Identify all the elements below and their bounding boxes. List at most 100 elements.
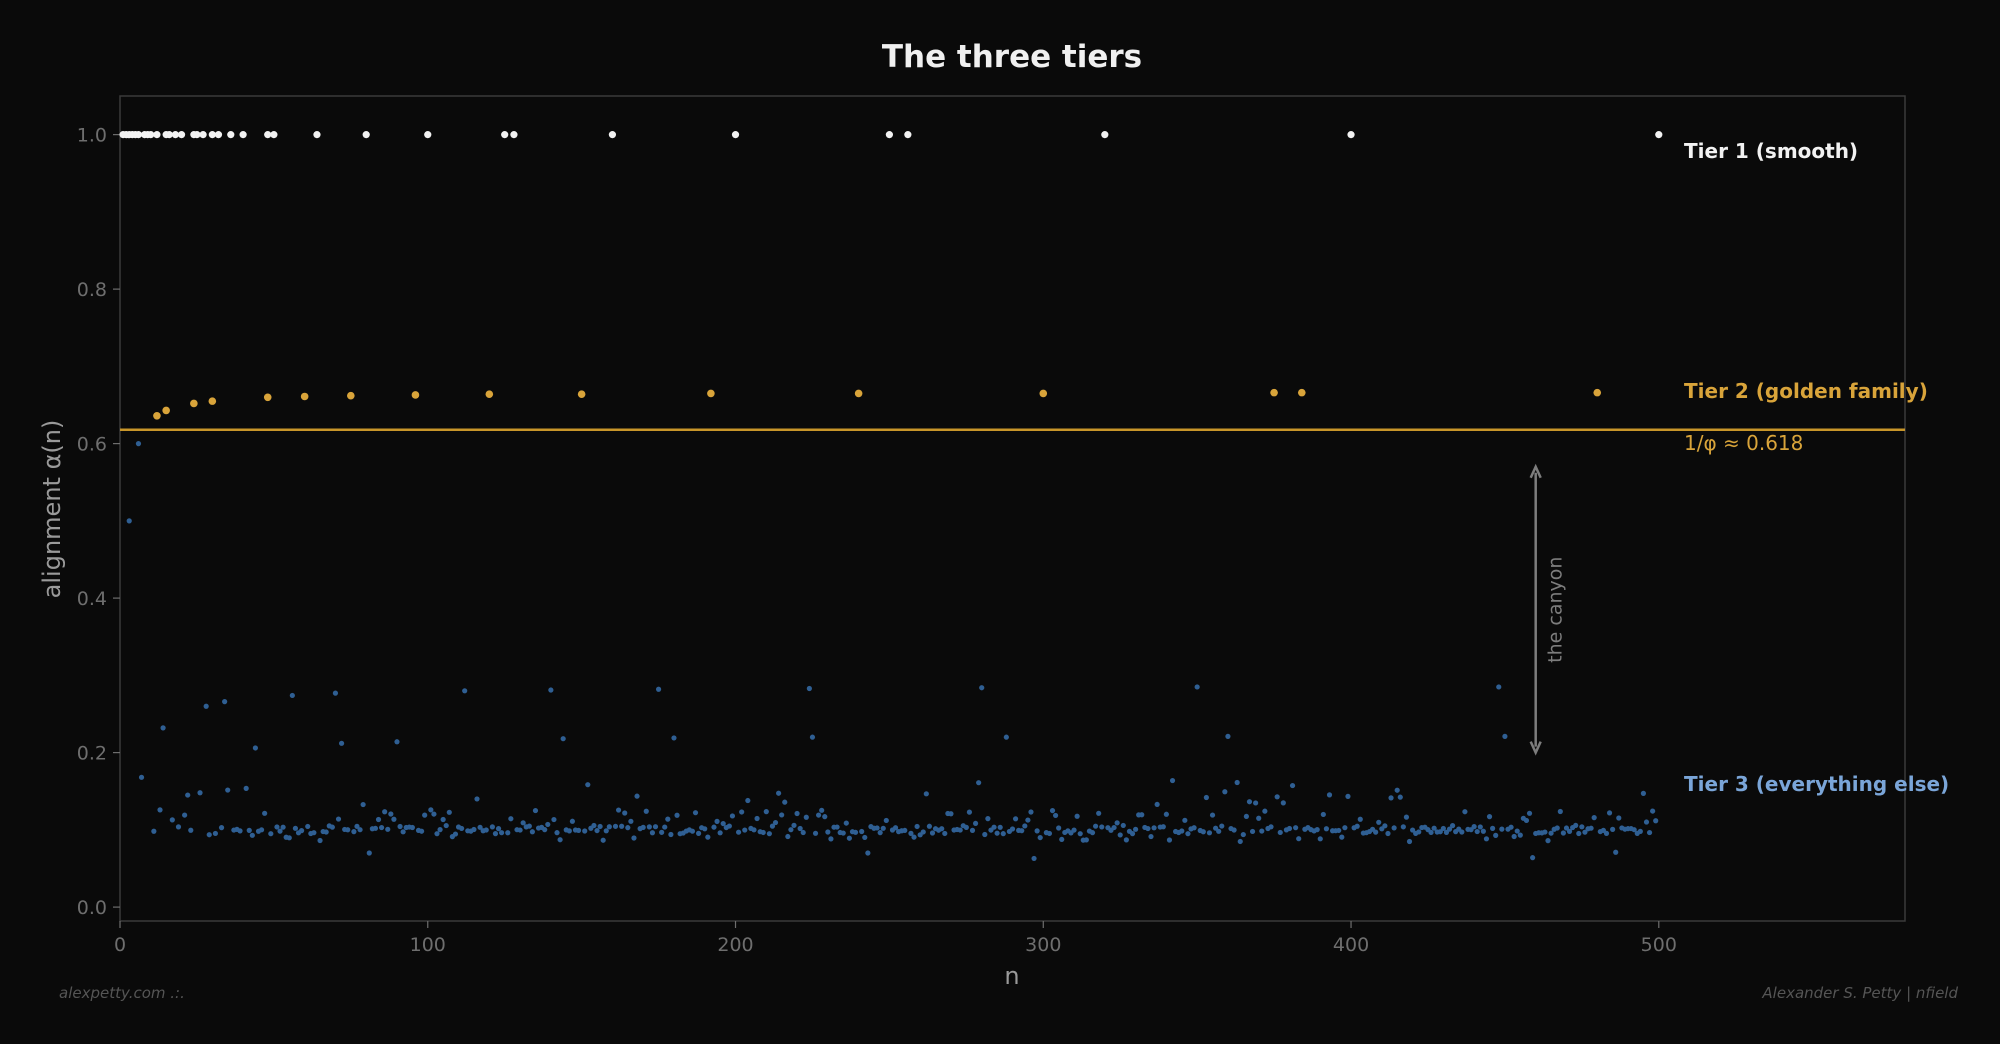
tier3-point [1056, 825, 1062, 831]
tier3-point [985, 816, 991, 822]
tier3-point [1339, 834, 1345, 840]
tier3-point [1382, 823, 1388, 829]
tier1-point [270, 131, 278, 139]
tier3-point [726, 823, 732, 829]
tier3-point [366, 850, 372, 856]
y-tick-label: 0.2 [77, 743, 107, 765]
tier3-point [378, 824, 385, 831]
tier3-point [160, 725, 166, 731]
tier3-point [1034, 828, 1040, 834]
tier3-point [1397, 794, 1403, 800]
tier3-point [766, 831, 772, 837]
tier3-point [1388, 795, 1394, 801]
tier3-point [976, 780, 982, 786]
tier3-point [1517, 832, 1523, 838]
tier1-point [165, 131, 173, 139]
tier1-point [885, 131, 893, 139]
tier3-point [292, 825, 299, 831]
tier3-point [1526, 810, 1533, 816]
tier1-point [199, 131, 207, 139]
tier3-point [735, 829, 742, 835]
tier3-point [1077, 831, 1083, 837]
tier3-point [1074, 813, 1080, 819]
tier3-point [169, 817, 175, 823]
tier3-point [1385, 830, 1391, 837]
tier3-point [1145, 825, 1151, 832]
tier3-point [526, 823, 532, 829]
tier1-point [214, 131, 223, 139]
tier3-point [317, 837, 323, 844]
tier3-point [1182, 817, 1188, 823]
tier3-point [1148, 833, 1154, 840]
tier3-point [1129, 831, 1136, 837]
tier3-point [551, 816, 557, 823]
tier3-point [1345, 793, 1351, 799]
tier3-point [298, 828, 305, 834]
tier3-point [1123, 837, 1129, 843]
tier3-point [157, 807, 163, 813]
tier3-point [351, 829, 357, 835]
tier3-point [600, 837, 606, 843]
tier3-point [1502, 733, 1508, 739]
tier3-point [446, 809, 452, 815]
tier3-point [994, 830, 1000, 836]
tier3-point [218, 825, 225, 831]
tier3-point [391, 816, 397, 822]
tier3-point [1274, 794, 1280, 800]
tier2-point [263, 393, 272, 402]
tier3-point [1591, 815, 1597, 821]
tier3-point [575, 827, 582, 833]
tier3-point [631, 835, 637, 841]
legend-tier3-label: Tier 3 (everything else) [1684, 772, 1949, 796]
tier3-point [1262, 808, 1268, 814]
tier3-point [659, 829, 665, 835]
tier3-point [760, 829, 766, 836]
tier3-point [452, 831, 459, 837]
tier3-point [714, 818, 720, 824]
tier1-point [264, 131, 272, 139]
tier3-point [222, 699, 228, 705]
tier3-point [982, 831, 988, 838]
tier2-point [208, 397, 217, 405]
tier3-point [1554, 825, 1560, 831]
tier3-point [705, 834, 711, 840]
y-tick-label: 0.4 [77, 588, 107, 610]
tier3-point [779, 812, 785, 818]
tier3-point [622, 810, 628, 816]
tier2-point [162, 406, 170, 415]
tier3-point [1490, 825, 1496, 831]
tier3-point [852, 829, 859, 835]
tier3-point [1403, 814, 1410, 820]
tier3-point [948, 811, 954, 817]
tier3-point [280, 824, 286, 830]
tier3-point [1486, 814, 1493, 820]
tier3-point [754, 815, 760, 822]
tier3-point [1462, 809, 1468, 815]
tier3-point [1000, 831, 1006, 837]
tier3-point [612, 823, 619, 829]
tier1-point [501, 131, 509, 139]
tier3-point [1120, 822, 1126, 829]
tier3-point [437, 827, 443, 833]
tier3-point [1653, 818, 1659, 824]
tier3-point [1579, 824, 1585, 830]
tier3-point [569, 818, 576, 824]
tier3-point [1326, 792, 1333, 798]
tier3-point [963, 824, 969, 830]
tier3-point [791, 822, 797, 828]
tier3-point [920, 829, 926, 835]
tier3-point [1643, 819, 1650, 825]
tier3-point [957, 827, 963, 833]
y-tick-label: 1.0 [77, 125, 107, 147]
tier2-point [300, 392, 309, 401]
tier3-point [1071, 827, 1077, 833]
tier3-point [1557, 808, 1563, 815]
tier3-point [203, 703, 209, 709]
tier3-point [335, 816, 342, 822]
tier2-point [347, 391, 355, 400]
tier3-point [809, 734, 816, 740]
x-tick-label: 300 [1025, 934, 1061, 956]
tier3-point [862, 834, 868, 841]
tier3-point [400, 829, 406, 835]
tier3-point [274, 824, 280, 830]
